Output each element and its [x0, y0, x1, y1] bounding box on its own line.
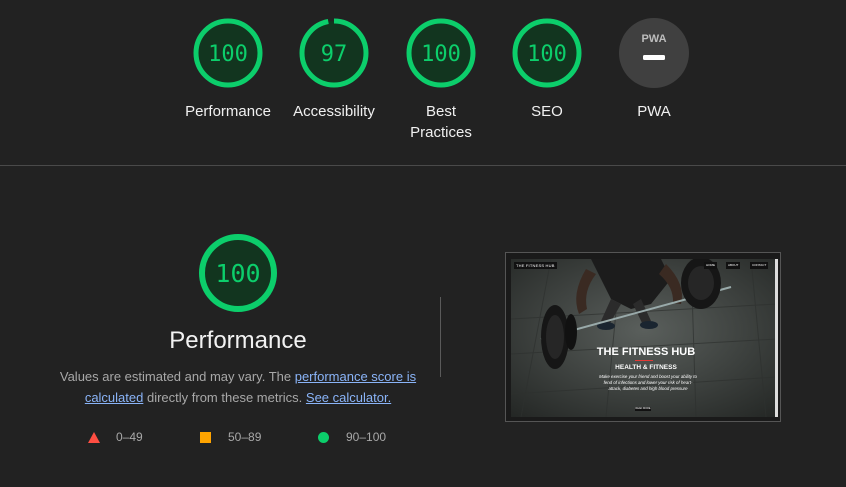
gauge-label: SEO	[531, 103, 563, 120]
gauge-score: 100	[421, 42, 461, 67]
thumb-nav-contact: CONTACT	[750, 262, 769, 269]
see-calculator-link[interactable]: See calculator.	[306, 390, 391, 405]
thumb-hero-title: THE FITNESS HUB	[596, 346, 696, 358]
thumb-hero-subtitle: HEALTH & FITNESS	[615, 364, 677, 371]
accessibility-gauge-ring: 97	[299, 18, 369, 88]
best-practices-gauge-ring: 100	[406, 18, 476, 88]
gauge-score: 100	[208, 42, 248, 67]
legend-range: 90–100	[346, 430, 387, 444]
pwa-badge: PWA	[619, 18, 689, 88]
thumb-scrollbar	[775, 259, 778, 417]
gauge-score: 100	[527, 42, 567, 67]
performance-gauge-ring: 100	[193, 18, 263, 88]
pwa-dash-icon	[643, 55, 665, 60]
gauge-label: PWA	[637, 103, 671, 120]
square-icon	[200, 432, 211, 443]
gauge-label: Accessibility	[293, 103, 375, 120]
vertical-separator	[440, 297, 441, 377]
circle-icon	[318, 432, 329, 443]
gauge-best-practices[interactable]: 100 Best Practices	[386, 17, 496, 143]
gauge-label: Best Practices	[410, 103, 472, 141]
gym-photo	[511, 259, 777, 417]
thumb-hero-body: Make exercise your friend and boost your…	[599, 374, 697, 391]
thumb-nav-home: HOME	[704, 262, 717, 269]
gauge-pwa[interactable]: PWA PWA	[599, 17, 709, 122]
desc-middle: directly from these metrics.	[143, 390, 306, 405]
final-screenshot[interactable]: THE FITNESS HUB HOME ABOUT CONTACT THE F…	[505, 252, 781, 422]
legend-range: 50–89	[228, 430, 262, 444]
category-gauges: 100 Performance 97 Accessibility 100 Bes…	[0, 0, 846, 166]
performance-title: Performance	[169, 327, 307, 354]
pwa-badge-text: PWA	[641, 33, 666, 45]
screenshot-image: THE FITNESS HUB HOME ABOUT CONTACT THE F…	[511, 259, 777, 417]
legend-range: 0–49	[116, 430, 143, 444]
desc-prefix: Values are estimated and may vary. The	[59, 369, 295, 384]
gauge-score: 97	[321, 42, 348, 67]
performance-large-gauge: 100	[198, 233, 278, 318]
performance-score: 100	[215, 259, 260, 288]
triangle-icon	[88, 432, 100, 443]
thumb-read-more-button: READ MORE	[635, 407, 651, 411]
thumb-nav-about: ABOUT	[726, 262, 741, 269]
gauge-label: Performance	[185, 103, 271, 120]
gauge-performance[interactable]: 100 Performance	[173, 17, 283, 122]
section-divider	[0, 165, 846, 166]
seo-gauge-ring: 100	[512, 18, 582, 88]
gauge-accessibility[interactable]: 97 Accessibility	[279, 17, 389, 122]
thumb-brand: THE FITNESS HUB	[514, 262, 557, 269]
performance-description: Values are estimated and may vary. The p…	[40, 366, 436, 408]
thumb-red-rule	[635, 360, 653, 361]
gauge-seo[interactable]: 100 SEO	[492, 17, 602, 122]
